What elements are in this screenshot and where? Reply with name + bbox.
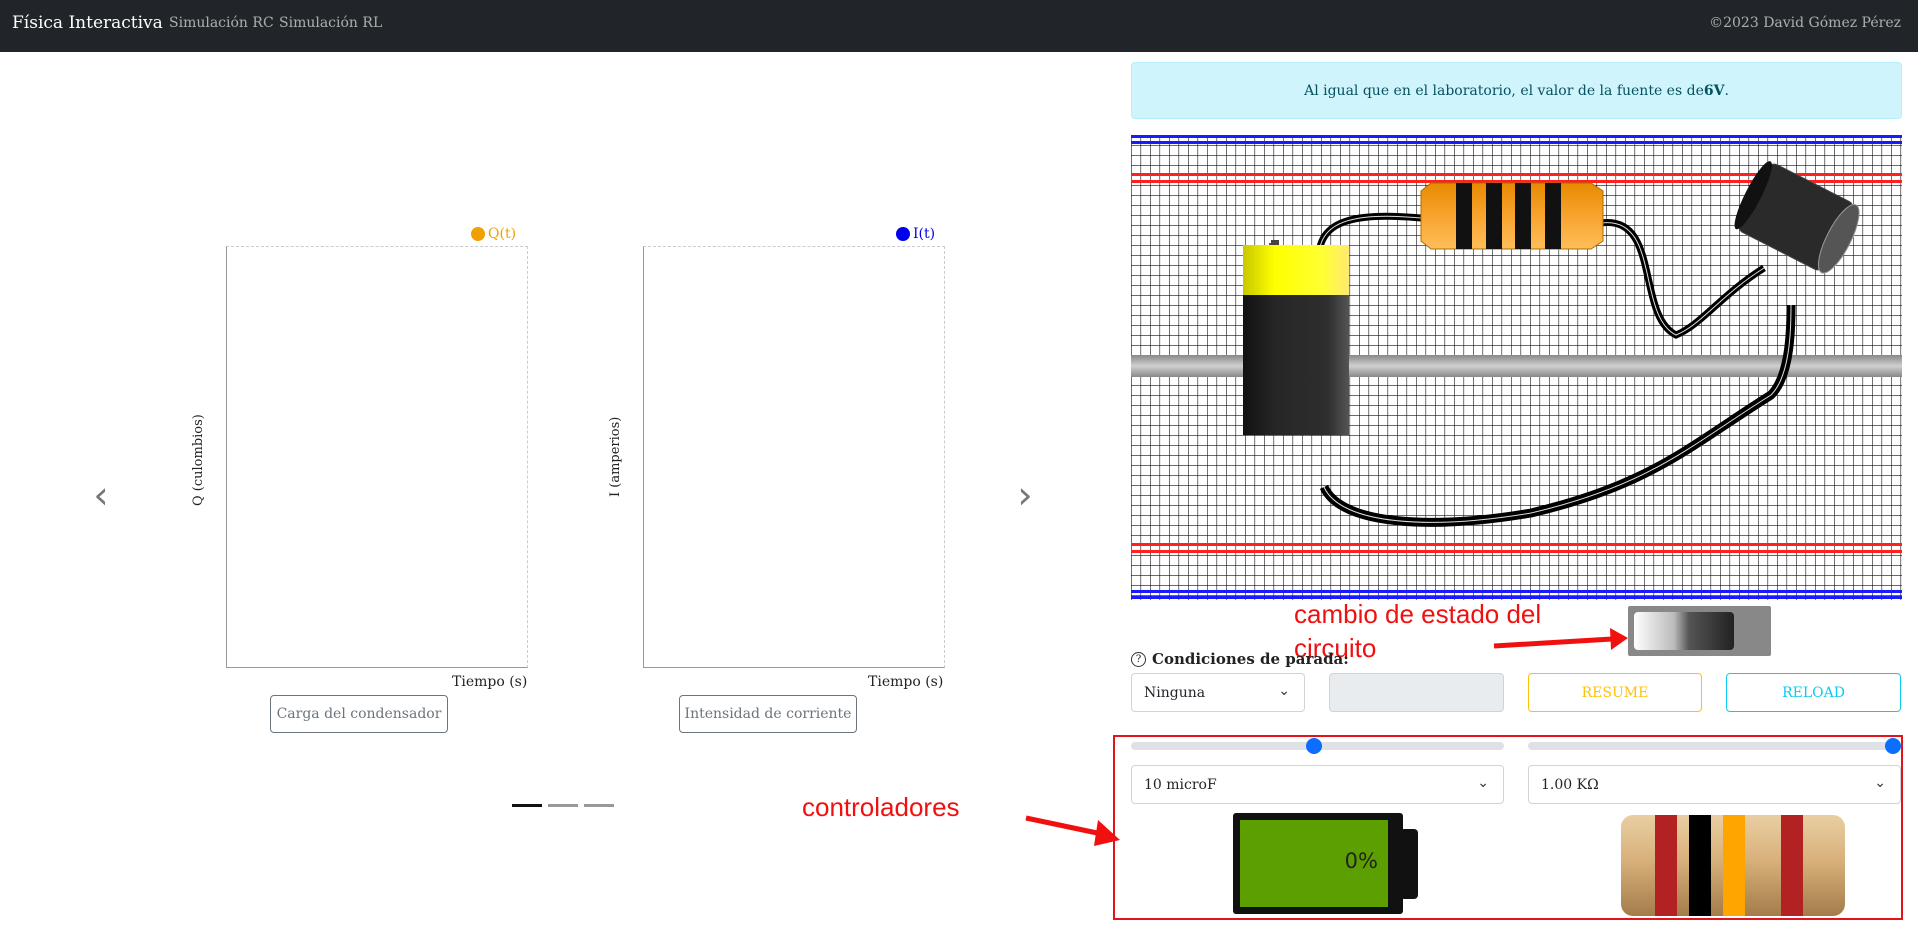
carousel-indicator-1[interactable] <box>512 804 542 807</box>
capacitance-value: 10 microF <box>1144 776 1217 793</box>
carousel-indicator-3[interactable] <box>584 804 614 807</box>
resistor-band <box>1689 815 1711 916</box>
charge-chart-button[interactable]: Carga del condensador <box>270 695 448 733</box>
capacitance-select[interactable]: 10 microF ⌄ <box>1131 765 1504 804</box>
reload-button[interactable]: RELOAD <box>1726 673 1901 712</box>
battery-percentage: 0% <box>1344 849 1378 873</box>
alert-end: . <box>1724 82 1729 99</box>
current-chart-area <box>643 246 945 668</box>
alert-value: 6V <box>1703 82 1725 99</box>
charge-chart-area <box>226 246 528 668</box>
info-alert: Al igual que en el laboratorio, el valor… <box>1131 62 1902 119</box>
resistor-band <box>1723 815 1745 916</box>
annotation-controls: controladores <box>802 792 960 822</box>
chevron-down-icon: ⌄ <box>1477 775 1489 791</box>
resistance-slider[interactable] <box>1528 738 1901 754</box>
battery-icon: 0% <box>1233 813 1418 914</box>
annotation-arrow-switch <box>1493 628 1628 650</box>
legend-dot <box>896 227 910 241</box>
resume-button[interactable]: RESUME <box>1528 673 1702 712</box>
charge-ylabel: Q (culombios) <box>191 414 206 506</box>
circuit-illustration <box>1131 135 1902 600</box>
current-ylabel: I (amperios) <box>608 416 623 497</box>
resistance-slider-thumb[interactable] <box>1885 738 1901 754</box>
circuit-board <box>1131 135 1902 600</box>
stop-condition-select[interactable]: Ninguna ⌄ <box>1131 673 1305 712</box>
carousel-indicator-2[interactable] <box>548 804 578 807</box>
resistance-select[interactable]: 1.00 KΩ ⌄ <box>1528 765 1901 804</box>
legend-label: Q(t) <box>488 226 517 242</box>
stop-conditions-text: Condiciones de parada: <box>1152 650 1349 668</box>
legend-charge: Q(t) <box>471 226 516 242</box>
stop-condition-input <box>1329 673 1504 712</box>
brand[interactable]: Física Interactiva <box>12 13 163 33</box>
alert-text: Al igual que en el laboratorio, el valor… <box>1304 82 1704 99</box>
chevron-right-icon[interactable]: › <box>1013 475 1037 515</box>
battery-terminal <box>1400 829 1418 899</box>
copyright: ©2023 David Gómez Pérez <box>1709 15 1901 31</box>
legend-label: I(t) <box>913 226 936 242</box>
switch-knob[interactable] <box>1634 612 1734 650</box>
stop-condition-value: Ninguna <box>1144 684 1206 701</box>
current-xlabel: Tiempo (s) <box>868 674 944 690</box>
resistance-value: 1.00 KΩ <box>1541 776 1599 793</box>
resistor-icon <box>1621 815 1845 916</box>
capacitance-slider[interactable] <box>1131 738 1504 754</box>
capacitance-slider-thumb[interactable] <box>1306 738 1322 754</box>
nav-link-rl[interactable]: Simulación RL <box>279 15 382 31</box>
charge-xlabel: Tiempo (s) <box>452 674 528 690</box>
resistor-band <box>1781 815 1803 916</box>
current-chart-button[interactable]: Intensidad de corriente <box>679 695 857 733</box>
legend-dot <box>471 227 485 241</box>
chevron-down-icon: ⌄ <box>1874 775 1886 791</box>
resistor-band <box>1655 815 1677 916</box>
legend-current: I(t) <box>896 226 935 242</box>
nav-link-rc[interactable]: Simulación RC <box>169 15 274 31</box>
circuit-switch[interactable] <box>1628 606 1771 656</box>
chevron-down-icon: ⌄ <box>1278 683 1290 699</box>
annotation-arrow-controls <box>1025 815 1120 846</box>
question-circle-icon[interactable]: ? <box>1131 651 1146 667</box>
stop-conditions-label: ? Condiciones de parada: <box>1131 650 1349 668</box>
chevron-left-icon[interactable]: ‹ <box>89 475 113 515</box>
navbar: Física Interactiva Simulación RC Simulac… <box>0 0 1918 52</box>
